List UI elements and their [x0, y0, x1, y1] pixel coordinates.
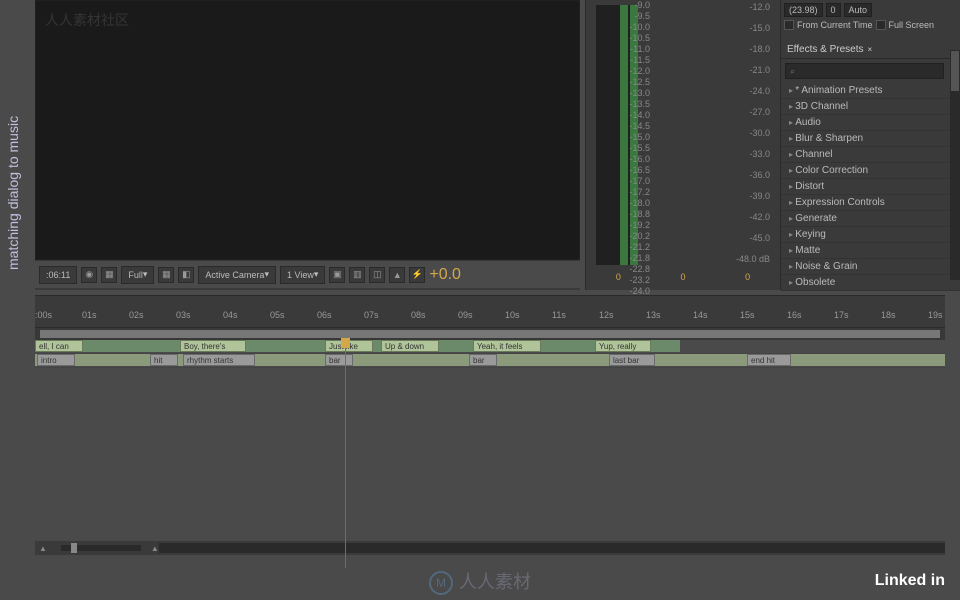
toggle-1-icon[interactable]: ▣: [329, 267, 345, 283]
effects-category[interactable]: * Animation Presets: [781, 83, 960, 99]
full-screen-checkbox[interactable]: [876, 20, 886, 30]
marker[interactable]: ell, I can: [35, 340, 83, 352]
effects-category-list: * Animation Presets 3D Channel Audio Blu…: [781, 83, 960, 291]
work-area-bar[interactable]: [35, 328, 945, 340]
audio-meter-panel: -9.0-9.5-10.0-10.5-11.0-11.5-12.0-12.5-1…: [585, 0, 780, 290]
track-music[interactable]: intro hit rhythm starts bar bar last bar…: [35, 354, 945, 368]
fast-preview-icon[interactable]: ⚡: [409, 267, 425, 283]
grid-icon[interactable]: ▦: [158, 267, 174, 283]
from-current-label: From Current Time: [797, 20, 873, 30]
zoom-slider[interactable]: [61, 545, 141, 551]
exposure-value[interactable]: +0.0: [429, 266, 461, 284]
effects-scrollbar[interactable]: [950, 50, 960, 280]
channel-icon[interactable]: ▦: [101, 267, 117, 283]
scrollbar-thumb[interactable]: [951, 51, 959, 91]
effects-category[interactable]: Obsolete: [781, 275, 960, 291]
marker[interactable]: last bar: [609, 354, 655, 366]
full-screen-label: Full Screen: [889, 20, 935, 30]
effects-panel-header[interactable]: Effects & Presets×: [781, 41, 960, 59]
audio-bottom-values: 000: [586, 272, 780, 282]
zoom-handle[interactable]: [71, 543, 77, 553]
preview-settings: (23.98) 0 Auto From Current Time Full Sc…: [781, 0, 960, 36]
effects-category[interactable]: Generate: [781, 211, 960, 227]
effects-search-input[interactable]: [785, 63, 944, 79]
marker[interactable]: Yup, really: [595, 340, 651, 352]
effects-presets-panel: Effects & Presets× * Animation Presets 3…: [781, 41, 960, 291]
mask-icon[interactable]: ◧: [178, 267, 194, 283]
effects-category[interactable]: Channel: [781, 147, 960, 163]
effects-category[interactable]: Color Correction: [781, 163, 960, 179]
toggle-3-icon[interactable]: ◫: [369, 267, 385, 283]
snapshot-icon[interactable]: ◉: [81, 267, 97, 283]
timeline-tracks: ell, I can Boy, there's Just like Up & d…: [35, 340, 945, 540]
effects-category[interactable]: Keying: [781, 227, 960, 243]
linkedin-logo: Linked in: [875, 572, 945, 590]
timeline-ruler[interactable]: :00s 01s 02s 03s 04s 05s 06s 07s 08s 09s…: [35, 308, 945, 328]
resolution-dropdown[interactable]: Full ▾: [121, 266, 154, 284]
playhead-indicator-icon[interactable]: [341, 338, 350, 348]
marker[interactable]: Boy, there's: [180, 340, 246, 352]
marker[interactable]: hit: [150, 354, 178, 366]
from-current-checkbox[interactable]: [784, 20, 794, 30]
effects-category[interactable]: 3D Channel: [781, 99, 960, 115]
resolution-auto[interactable]: Auto: [844, 3, 873, 17]
timeline-header: [35, 296, 945, 308]
meter-channel-left: [620, 5, 628, 265]
playhead[interactable]: [345, 340, 346, 568]
timeline-panel: :00s 01s 02s 03s 04s 05s 06s 07s 08s 09s…: [35, 295, 945, 555]
marker[interactable]: bar: [325, 354, 353, 366]
effects-category[interactable]: Blur & Sharpen: [781, 131, 960, 147]
fps-dropdown[interactable]: (23.98): [784, 3, 823, 17]
marker[interactable]: rhythm starts: [183, 354, 255, 366]
horizontal-scrollbar[interactable]: [159, 543, 945, 553]
timeline-footer: ▲ ▲: [35, 541, 945, 555]
camera-dropdown[interactable]: Active Camera ▾: [198, 266, 276, 284]
marker[interactable]: intro: [37, 354, 75, 366]
viewer-canvas[interactable]: [35, 0, 580, 260]
effects-category[interactable]: Audio: [781, 115, 960, 131]
marker[interactable]: Up & down: [381, 340, 439, 352]
right-panel: (23.98) 0 Auto From Current Time Full Sc…: [780, 0, 960, 290]
effects-category[interactable]: Noise & Grain: [781, 259, 960, 275]
watermark-bottom: M人人素材: [429, 568, 531, 595]
toggle-4-icon[interactable]: ▲: [389, 267, 405, 283]
composition-viewer: :06:11 ◉ ▦ Full ▾ ▦ ◧ Active Camera ▾ 1 …: [35, 0, 580, 290]
effects-category[interactable]: Distort: [781, 179, 960, 195]
effects-category[interactable]: Expression Controls: [781, 195, 960, 211]
track-dialog[interactable]: ell, I can Boy, there's Just like Up & d…: [35, 340, 945, 354]
timecode-display[interactable]: :06:11: [39, 266, 77, 284]
skip-field[interactable]: 0: [826, 3, 841, 17]
marker[interactable]: Yeah, it feels: [473, 340, 541, 352]
viewer-toolbar: :06:11 ◉ ▦ Full ▾ ▦ ◧ Active Camera ▾ 1 …: [35, 260, 580, 288]
audio-scale-right: -12.0-15.0-18.0-21.0-24.0-27.0-30.0-33.0…: [736, 2, 770, 275]
marker[interactable]: bar: [469, 354, 497, 366]
toggle-2-icon[interactable]: ▥: [349, 267, 365, 283]
marker[interactable]: end hit: [747, 354, 791, 366]
view-dropdown[interactable]: 1 View ▾: [280, 266, 325, 284]
lesson-title-vertical: matching dialog to music: [5, 116, 21, 270]
audio-scale-left: -9.0-9.5-10.0-10.5-11.0-11.5-12.0-12.5-1…: [629, 0, 650, 297]
effects-category[interactable]: Matte: [781, 243, 960, 259]
